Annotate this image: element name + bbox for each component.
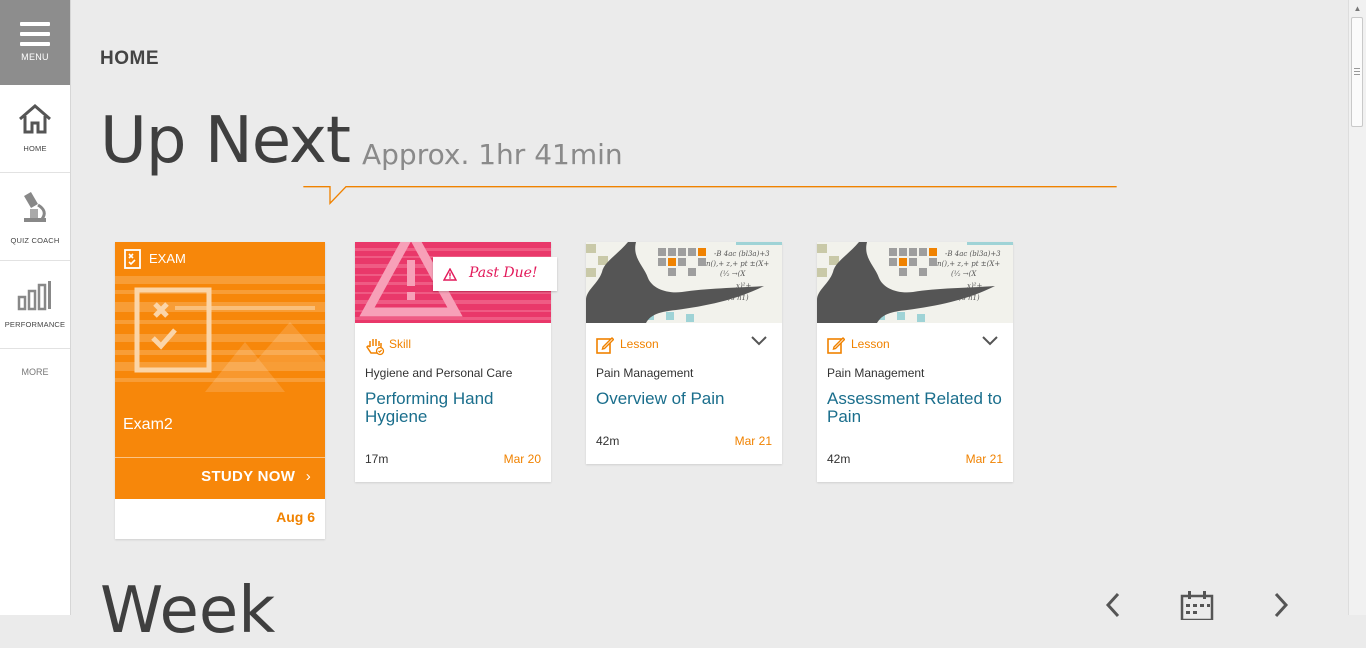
exam-card-header: EXAM Exam2 STUDY NOW › xyxy=(115,242,325,499)
section-divider xyxy=(303,186,1117,205)
due-date: Mar 21 xyxy=(965,452,1003,466)
assignment-card[interactable]: -B 4ac (bl3a)+3 n(),+ z,+ pt ±(X+ (¹⁄₂ →(X… xyxy=(586,242,782,464)
card-type: Lesson xyxy=(596,336,659,357)
sidebar-more[interactable]: MORE xyxy=(0,349,70,377)
card-title-link[interactable]: Assessment Related to Pain xyxy=(827,390,1007,426)
sidebar-item-performance[interactable]: PERFORMANCE xyxy=(0,261,70,349)
card-title-link[interactable]: Overview of Pain xyxy=(596,390,776,408)
edit-icon xyxy=(827,337,846,354)
card-thumbnail: -B 4ac (bl3a)+3 n(),+ z,+ pt ±(X+ (¹⁄₂ →(X… xyxy=(586,242,782,323)
sidebar-item-home[interactable]: HOME xyxy=(0,85,70,173)
course-name: Pain Management xyxy=(827,366,925,380)
week-title: Week xyxy=(100,574,276,648)
assignment-card[interactable]: -B 4ac (bl3a)+3 n(),+ z,+ pt ±(X+ (¹⁄₂ →(X… xyxy=(817,242,1013,482)
chevron-left-icon[interactable] xyxy=(1102,590,1124,620)
svg-text:n(),+ z,+ pt ±(X+: n(),+ z,+ pt ±(X+ xyxy=(937,260,1000,268)
chevron-down-icon[interactable] xyxy=(981,334,999,348)
menu-label: MENU xyxy=(21,52,49,62)
card-type: Lesson xyxy=(827,336,890,357)
chevron-down-icon[interactable] xyxy=(750,334,768,348)
exam-icon xyxy=(124,249,141,269)
svg-text:(¹⁄₂ →(X: (¹⁄₂ →(X xyxy=(951,270,977,278)
up-next-title: Up Next xyxy=(100,104,351,178)
past-due-label: Past Due! xyxy=(469,265,538,281)
past-due-badge: Past Due! xyxy=(433,257,557,291)
approx-time: Approx. 1hr 41min xyxy=(362,138,623,171)
sidebar-item-label: PERFORMANCE xyxy=(4,320,66,329)
scrollbar[interactable]: ▲ xyxy=(1348,0,1366,615)
study-now-button[interactable]: STUDY NOW › xyxy=(201,468,311,485)
microscope-icon xyxy=(24,191,46,222)
duration: 42m xyxy=(596,434,620,448)
exam-card[interactable]: EXAM Exam2 STUDY NOW › Aug 6 xyxy=(115,242,325,539)
sidebar-item-label: HOME xyxy=(23,144,47,153)
menu-button[interactable]: MENU xyxy=(0,0,70,85)
scroll-up-arrow-icon[interactable]: ▲ xyxy=(1349,0,1366,17)
sidebar-item-quiz-coach[interactable]: QUIZ COACH xyxy=(0,173,70,261)
hand-icon xyxy=(366,339,385,356)
card-type-label: Lesson xyxy=(851,337,890,351)
due-date: Mar 21 xyxy=(734,434,772,448)
due-date: Aug 6 xyxy=(276,509,315,525)
bar-chart-icon xyxy=(17,281,51,311)
sidebar: MENU HOME QUIZ COACH PERFORMANCE MORE xyxy=(0,0,71,615)
calendar-icon[interactable] xyxy=(1180,590,1214,620)
duration: 42m xyxy=(827,452,851,466)
exam-type-label: EXAM xyxy=(149,251,186,266)
hamburger-icon xyxy=(0,22,70,46)
chevron-right-icon: › xyxy=(305,468,311,485)
card-title-link[interactable]: Performing Hand Hygiene xyxy=(365,390,545,426)
edit-icon xyxy=(596,337,615,354)
exam-name: Exam2 xyxy=(123,416,173,433)
svg-text:(¹⁄₂ →(X: (¹⁄₂ →(X xyxy=(720,270,746,278)
course-name: Pain Management xyxy=(596,366,694,380)
svg-text:n(),+ z,+ pt ±(X+: n(),+ z,+ pt ±(X+ xyxy=(706,260,769,268)
study-now-label: STUDY NOW xyxy=(201,468,296,485)
svg-text:-B 4ac (bl3a)+3: -B 4ac (bl3a)+3 xyxy=(714,250,770,258)
divider xyxy=(115,457,325,458)
scrollbar-thumb[interactable] xyxy=(1351,17,1363,127)
due-date: Mar 20 xyxy=(503,452,541,466)
course-name: Hygiene and Personal Care xyxy=(365,366,513,380)
chevron-right-icon[interactable] xyxy=(1270,590,1292,620)
card-thumbnail: -B 4ac (bl3a)+3 n(),+ z,+ pt ±(X+ (¹⁄₂ →(X… xyxy=(817,242,1013,323)
card-type-label: Lesson xyxy=(620,337,659,351)
home-icon xyxy=(19,104,51,134)
page-title: HOME xyxy=(100,48,159,69)
duration: 17m xyxy=(365,452,389,466)
card-type-label: Skill xyxy=(389,337,412,351)
assignment-card[interactable]: Past Due! Skill Hygiene and Personal Car… xyxy=(355,242,557,482)
sidebar-item-label: QUIZ COACH xyxy=(10,236,60,245)
warning-icon xyxy=(443,268,457,281)
svg-text:-B 4ac (bl3a)+3: -B 4ac (bl3a)+3 xyxy=(945,250,1001,258)
card-type: Skill xyxy=(365,336,411,359)
